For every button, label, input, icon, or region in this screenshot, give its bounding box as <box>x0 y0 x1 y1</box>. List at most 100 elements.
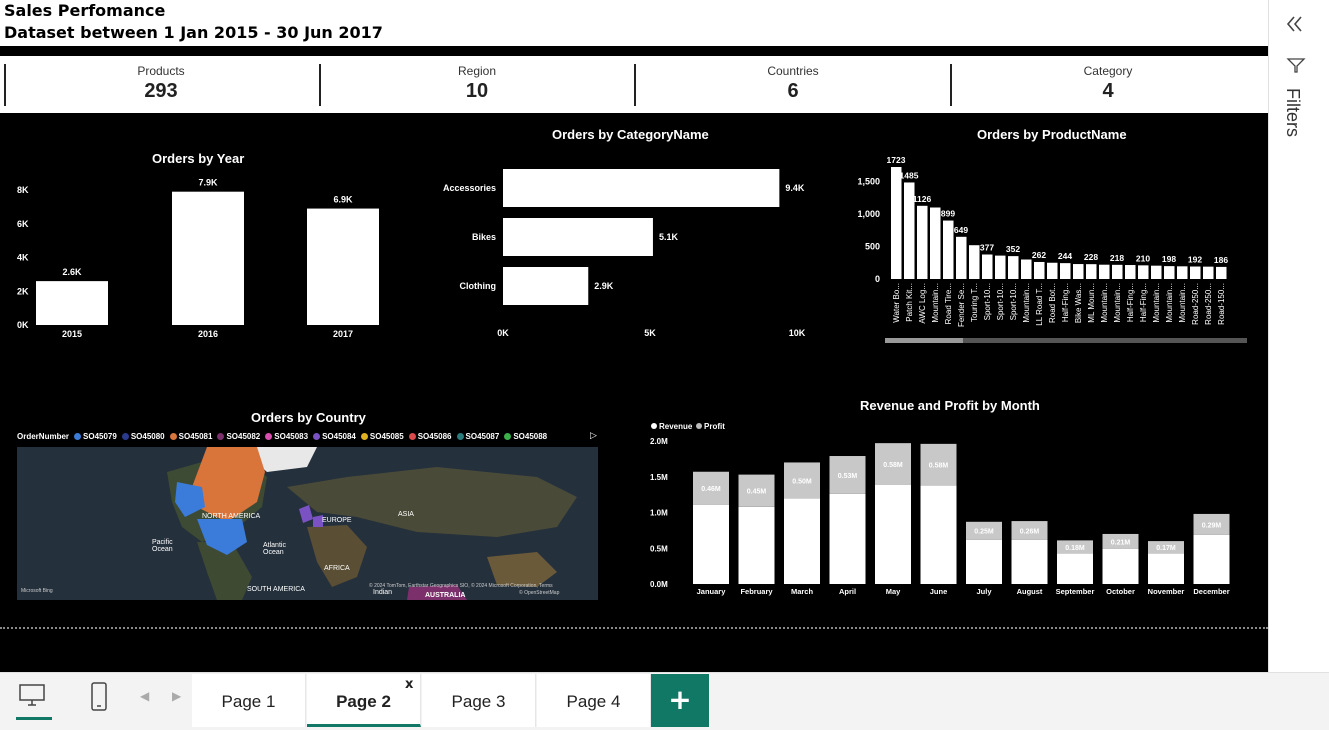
category-bar[interactable] <box>503 267 589 305</box>
revenue-bar[interactable] <box>784 498 820 584</box>
data-label: 7.9K <box>198 178 218 188</box>
prev-page-icon[interactable]: ◀ <box>140 689 149 703</box>
product-bar[interactable] <box>1112 264 1123 279</box>
year-bar[interactable] <box>36 281 108 325</box>
revenue-bar[interactable] <box>1057 553 1093 584</box>
next-page-icon[interactable]: ▶ <box>172 689 181 703</box>
legend-item[interactable]: SO45085 <box>370 432 404 441</box>
data-label: 0.58M <box>883 462 903 469</box>
revenue-profit-chart[interactable]: Revenue Profit 0.0M 0.5M 1.0M 1.5M 2.0M 0.46M Ja… <box>640 418 1240 600</box>
x-tick-label: Sport-10... <box>983 283 992 320</box>
product-bar[interactable] <box>1125 265 1136 279</box>
orders-by-year-chart[interactable]: 0K 2K 4K 6K 8K 2.6K 2015 7.9K 2016 6.9K 2017 <box>0 168 420 344</box>
scrollbar-thumb[interactable] <box>885 338 963 343</box>
revenue-bar[interactable] <box>829 493 866 584</box>
revenue-bar[interactable] <box>693 504 729 584</box>
data-label: 228 <box>1084 252 1098 262</box>
mobile-view-icon[interactable] <box>90 681 108 713</box>
map-label: Atlantic Ocean <box>263 542 286 556</box>
filters-label[interactable]: Filters <box>1282 88 1303 137</box>
x-tick-label: Road-150... <box>1217 283 1226 325</box>
desktop-view-icon[interactable] <box>18 683 48 709</box>
legend-item[interactable]: SO45084 <box>322 432 356 441</box>
year-bar[interactable] <box>172 191 244 325</box>
product-bar[interactable] <box>1138 265 1149 279</box>
revenue-bar[interactable] <box>1193 534 1230 584</box>
revenue-bar[interactable] <box>875 484 911 584</box>
product-bar[interactable] <box>1073 264 1084 279</box>
x-tick-label: 0K <box>497 328 509 338</box>
tab-page-2[interactable]: Page 2 <box>307 674 421 727</box>
revenue-bar[interactable] <box>920 485 957 584</box>
tab-page-3[interactable]: Page 3 <box>422 674 536 727</box>
product-bar[interactable] <box>1021 259 1032 280</box>
product-bar[interactable] <box>1034 261 1045 279</box>
product-bar[interactable] <box>969 245 980 279</box>
y-tick-label: 0.0M <box>650 580 668 589</box>
revenue-bar[interactable] <box>1102 548 1139 584</box>
y-tick-label: 0 <box>875 274 880 284</box>
product-bar[interactable] <box>1216 266 1227 279</box>
x-tick-label: Bike Was... <box>1074 283 1083 323</box>
product-bar[interactable] <box>1099 264 1110 279</box>
data-label: 0.29M <box>1202 522 1222 529</box>
orders-map[interactable]: NORTH AMERICA EUROPE ASIA Pacific Ocean … <box>17 447 598 600</box>
product-bar[interactable] <box>1203 266 1214 279</box>
product-bar[interactable] <box>930 207 941 280</box>
kpi-card-products[interactable]: Products 293 <box>4 64 318 106</box>
legend-item[interactable]: SO45081 <box>179 432 213 441</box>
revenue-profit-title: Revenue and Profit by Month <box>860 398 1040 413</box>
product-bar[interactable] <box>1177 266 1188 279</box>
product-bar[interactable] <box>1008 256 1019 279</box>
filter-icon[interactable] <box>1286 55 1306 75</box>
legend-item[interactable]: SO45079 <box>83 432 117 441</box>
kpi-card-category[interactable]: Category 4 <box>951 64 1265 106</box>
legend-item[interactable]: SO45086 <box>418 432 452 441</box>
revenue-bar[interactable] <box>1148 553 1184 584</box>
kpi-value: 293 <box>144 80 178 102</box>
kpi-card-countries[interactable]: Countries 6 <box>636 64 950 106</box>
orders-by-product-chart[interactable]: 0 500 1,000 1,500 1723 Water Bo... 1485 Patch K… <box>850 148 1260 348</box>
data-label: 0.45M <box>747 489 767 496</box>
close-tab-icon[interactable]: x <box>405 677 413 692</box>
category-bar[interactable] <box>503 169 780 207</box>
product-bar[interactable] <box>956 236 967 279</box>
tab-page-1[interactable]: Page 1 <box>192 674 306 727</box>
product-bar[interactable] <box>917 205 928 279</box>
tab-page-4[interactable]: Page 4 <box>537 674 651 727</box>
data-label: 899 <box>941 209 955 219</box>
product-bar[interactable] <box>982 254 993 279</box>
legend-item[interactable]: SO45082 <box>226 432 260 441</box>
kpi-label: Region <box>457 64 497 78</box>
x-tick-label: Half-Fing... <box>1139 283 1148 322</box>
category-bar[interactable] <box>503 218 653 256</box>
product-bar[interactable] <box>1060 263 1071 279</box>
x-tick-label: 2016 <box>198 329 218 339</box>
orders-by-category-title: Orders by CategoryName <box>552 127 709 142</box>
x-tick-label: Road Tire... <box>944 283 953 324</box>
product-bar[interactable] <box>891 167 902 279</box>
legend-swatch <box>121 433 129 440</box>
product-bar[interactable] <box>1151 265 1162 279</box>
add-page-button[interactable]: + <box>651 674 709 727</box>
collapse-icon[interactable] <box>1285 14 1305 34</box>
revenue-bar[interactable] <box>966 539 1002 584</box>
legend-item[interactable]: SO45083 <box>274 432 308 441</box>
product-bar[interactable] <box>1190 266 1201 279</box>
kpi-card-region[interactable]: Region 10 <box>320 64 634 106</box>
legend-item[interactable]: SO45088 <box>513 432 547 441</box>
year-bar[interactable] <box>307 208 379 325</box>
orders-by-category-chart[interactable]: Accessories 9.4K Bikes 5.1K Clothing 2.9K 0K 5K… <box>420 160 850 345</box>
product-bar[interactable] <box>995 255 1006 279</box>
legend-next-icon[interactable]: ▷ <box>590 431 597 441</box>
legend-item[interactable]: SO45080 <box>131 432 165 441</box>
legend-swatch <box>313 433 321 440</box>
revenue-bar[interactable] <box>738 506 775 584</box>
product-bar[interactable] <box>943 220 954 279</box>
y-tick-label: Bikes <box>472 232 496 242</box>
product-bar[interactable] <box>1047 262 1058 279</box>
product-bar[interactable] <box>1164 266 1175 279</box>
product-bar[interactable] <box>1086 264 1097 279</box>
legend-item[interactable]: SO45087 <box>466 432 500 441</box>
revenue-bar[interactable] <box>1011 539 1048 584</box>
